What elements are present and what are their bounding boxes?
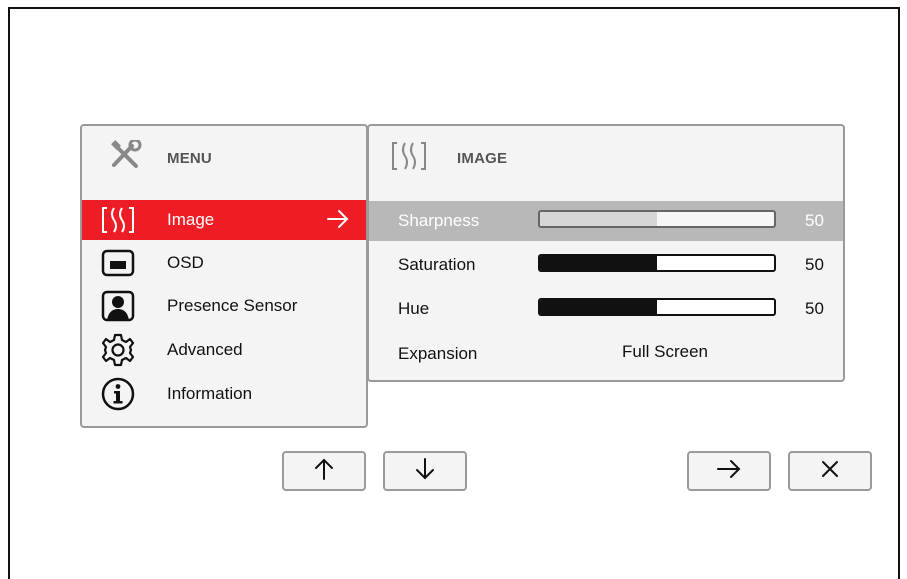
image-settings-panel: IMAGE Sharpness 50 Saturation 50 Hue 50 … [367,124,845,382]
expansion-value[interactable]: Full Screen [622,342,708,362]
right-arrow-icon [326,208,350,235]
slider-fill [540,300,657,314]
menu-item-label: Image [167,210,215,229]
image-icon [389,140,429,177]
menu-item-label: Presence Sensor [167,296,298,315]
sharpness-slider[interactable] [538,210,776,228]
slider-fill [540,212,657,226]
menu-item-image[interactable]: Image [82,200,366,240]
slider-fill [540,256,657,270]
setting-value: 50 [805,211,824,230]
tools-icon [108,138,144,170]
menu-title: MENU [167,150,212,167]
setting-row-hue[interactable]: Hue 50 [369,289,843,329]
setting-value: 50 [805,299,824,318]
up-button[interactable] [282,451,366,491]
right-arrow-icon [716,458,742,485]
saturation-slider[interactable] [538,254,776,272]
menu-item-label: Information [167,384,253,403]
setting-row-sharpness[interactable]: Sharpness 50 [369,201,843,241]
hue-slider[interactable] [538,298,776,316]
image-icon [100,202,136,238]
menu-item-label: OSD [167,253,204,272]
menu-item-information[interactable]: Information [82,374,366,414]
setting-label: Sharpness [398,211,480,230]
setting-value: 50 [805,255,824,274]
menu-item-label: Advanced [167,340,243,359]
up-arrow-icon [313,457,335,486]
presence-sensor-icon [100,288,136,324]
osd-icon [100,245,136,281]
setting-label: Expansion [398,344,478,363]
info-icon [100,376,136,412]
right-button[interactable] [687,451,771,491]
gear-icon [100,332,136,368]
down-button[interactable] [383,451,467,491]
main-menu-panel: MENU Image OSD Presence Sensor Advanced … [80,124,368,428]
setting-label: Hue [398,299,430,318]
menu-item-osd[interactable]: OSD [82,243,366,283]
setting-row-saturation[interactable]: Saturation 50 [369,245,843,285]
menu-item-presence-sensor[interactable]: Presence Sensor [82,286,366,326]
close-icon [820,459,840,484]
image-panel-title: IMAGE [457,150,508,167]
down-arrow-icon [414,457,436,486]
setting-row-expansion[interactable]: Expansion Full Screen [369,334,843,374]
setting-label: Saturation [398,255,476,274]
close-button[interactable] [788,451,872,491]
menu-item-advanced[interactable]: Advanced [82,330,366,370]
